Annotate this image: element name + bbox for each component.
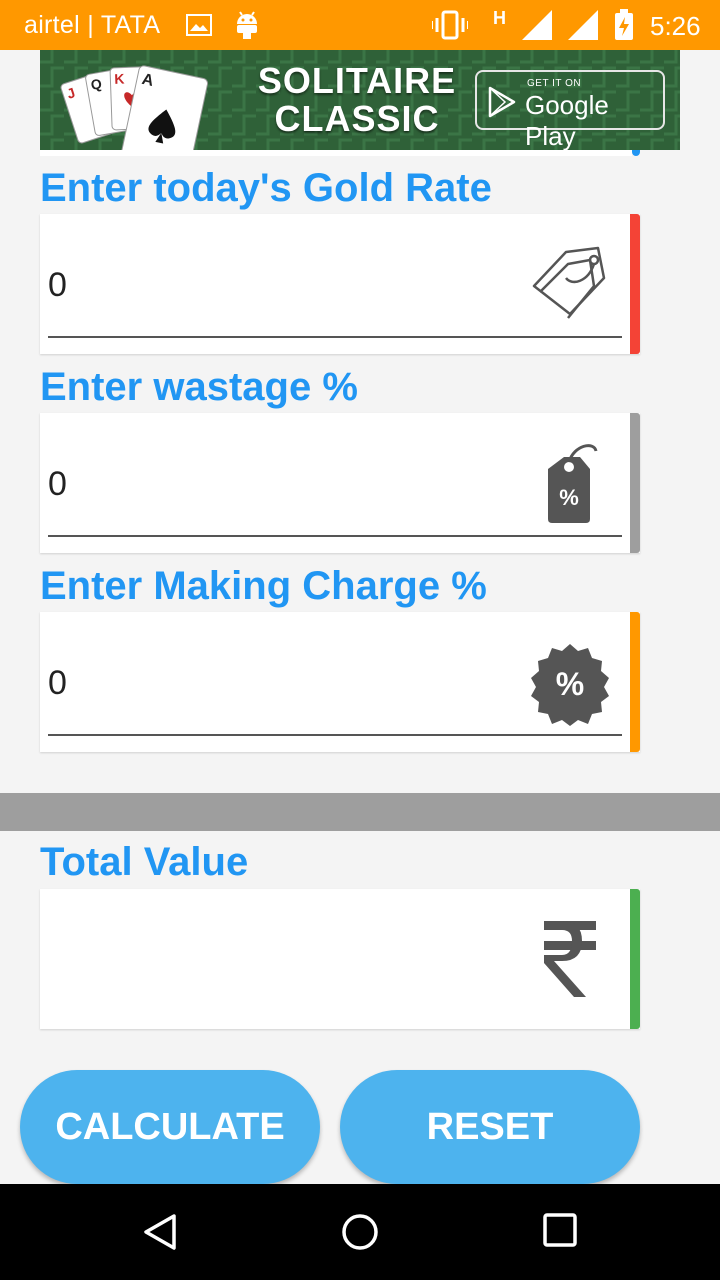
play-store-icon (487, 86, 517, 123)
svg-text:K: K (114, 71, 125, 87)
status-bar: airtel | TATA H 5:26 (0, 0, 720, 50)
ad-title: SOLITAIRE CLASSIC (252, 62, 462, 138)
gold-rate-label: Enter today's Gold Rate (40, 166, 492, 210)
ad-banner[interactable]: J Q K A SOLITAIRE CLASSIC GET IT ON Goog… (40, 50, 680, 150)
previous-card-edge (40, 150, 640, 156)
total-value-card (40, 889, 640, 1029)
percent-tag-icon: % (534, 439, 608, 534)
input-underline (48, 336, 622, 338)
google-play-badge[interactable]: GET IT ON Google Play (475, 70, 665, 150)
image-icon (186, 14, 212, 41)
calculate-button[interactable]: CALCULATE (20, 1070, 320, 1184)
navigation-bar (0, 1184, 720, 1280)
rupee-icon (540, 917, 600, 1006)
wastage-label: Enter wastage % (40, 365, 358, 409)
signal-icon (568, 10, 600, 45)
price-tag-icon (528, 242, 612, 331)
input-underline (48, 734, 622, 736)
ad-title-line2: CLASSIC (274, 98, 440, 139)
section-divider (0, 793, 720, 831)
percent-badge-icon: % (528, 642, 612, 731)
making-charge-label: Enter Making Charge % (40, 564, 487, 608)
wastage-input[interactable]: 0 (48, 465, 67, 504)
android-icon (234, 10, 260, 45)
carrier-label: airtel | TATA (24, 11, 161, 39)
svg-text:%: % (559, 485, 579, 510)
input-underline (48, 535, 622, 537)
gold-rate-input[interactable]: 0 (48, 266, 67, 305)
accent-bar (630, 214, 640, 354)
accent-bar (630, 612, 640, 752)
svg-text:%: % (556, 666, 584, 702)
gold-rate-card[interactable]: 0 (40, 214, 640, 354)
accent-bar (630, 413, 640, 553)
clock: 5:26 (650, 11, 701, 41)
store-name: Google Play (525, 90, 609, 150)
vibrate-icon (431, 10, 469, 45)
making-charge-card[interactable]: 0 % (40, 612, 640, 752)
making-charge-input[interactable]: 0 (48, 664, 67, 703)
ad-title-line1: SOLITAIRE (257, 60, 457, 101)
home-icon[interactable] (340, 1212, 380, 1257)
wastage-card[interactable]: 0 % (40, 413, 640, 553)
reset-button[interactable]: RESET (340, 1070, 640, 1184)
accent-bar (630, 889, 640, 1029)
network-type-label: H (493, 8, 506, 28)
signal-icon (522, 10, 554, 45)
back-icon[interactable] (140, 1212, 180, 1257)
battery-charging-icon (614, 9, 634, 46)
store-prefix: GET IT ON (527, 78, 582, 89)
total-value-label: Total Value (40, 840, 249, 884)
recents-icon[interactable] (542, 1212, 578, 1253)
